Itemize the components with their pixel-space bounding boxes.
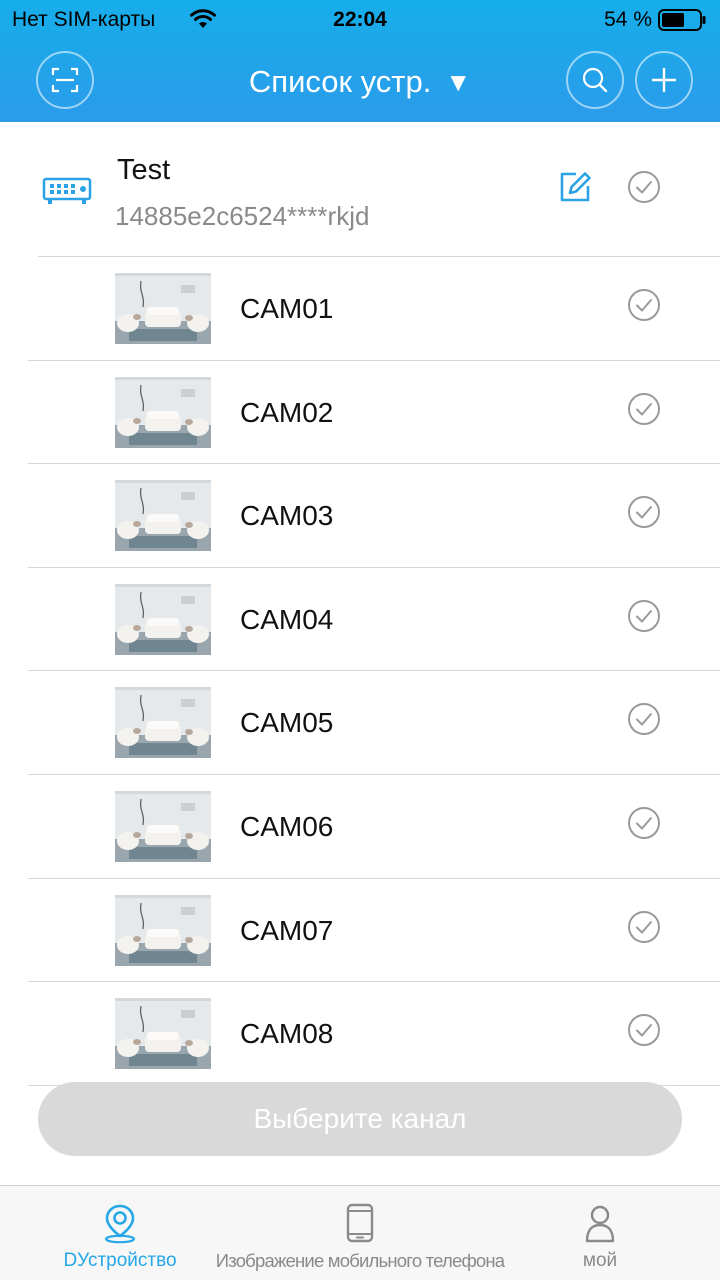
camera-name: CAM07 bbox=[240, 914, 334, 946]
header: Нет SIM-карты 22:04 54 % Список устр. ▼ bbox=[0, 0, 720, 122]
device-check-icon[interactable] bbox=[627, 170, 661, 204]
device-row[interactable]: Test 14885e2c6524****rkjd bbox=[0, 122, 720, 257]
scan-icon bbox=[51, 67, 79, 93]
plus-icon bbox=[651, 67, 677, 93]
camera-row-8[interactable]: CAM08 bbox=[0, 982, 720, 1086]
camera-thumbnail bbox=[115, 583, 211, 655]
nvr-device-icon bbox=[42, 177, 92, 204]
device-serial: 14885e2c6524****rkjd bbox=[115, 201, 370, 231]
camera-name: CAM04 bbox=[240, 603, 334, 635]
tab-mine[interactable]: мой bbox=[540, 1186, 660, 1280]
camera-check-icon[interactable] bbox=[627, 288, 661, 322]
camera-thumbnail bbox=[115, 273, 211, 344]
select-channel-label: Выберите канал bbox=[253, 1103, 467, 1134]
camera-row-4[interactable]: CAM04 bbox=[0, 568, 720, 672]
tab-devices[interactable]: DУстройство bbox=[40, 1186, 200, 1280]
device-name: Test bbox=[117, 154, 171, 186]
page-title: Список устр. bbox=[248, 64, 432, 99]
camera-thumbnail bbox=[115, 480, 211, 552]
camera-thumbnail bbox=[115, 791, 211, 862]
camera-check-icon[interactable] bbox=[627, 910, 661, 944]
camera-check-icon[interactable] bbox=[627, 392, 661, 426]
person-icon bbox=[585, 1205, 615, 1243]
camera-name: CAM02 bbox=[240, 396, 334, 428]
tab-phone-images[interactable]: Изображение мобильного телефона bbox=[210, 1186, 510, 1280]
camera-row-7[interactable]: CAM07 bbox=[0, 879, 720, 983]
edit-icon[interactable] bbox=[556, 168, 594, 206]
tab-label: мой bbox=[582, 1250, 618, 1271]
search-button[interactable] bbox=[566, 51, 624, 109]
phone-icon bbox=[346, 1203, 374, 1243]
camera-check-icon[interactable] bbox=[627, 806, 661, 840]
camera-list: CAM01 CAM02 CAM03 CAM04 CAM05 CAM06 CAM0… bbox=[0, 257, 720, 1087]
tab-bar: DУстройство Изображение мобильного телеф… bbox=[0, 1185, 720, 1280]
camera-thumbnail bbox=[115, 376, 211, 448]
camera-check-icon[interactable] bbox=[627, 599, 661, 633]
camera-row-6[interactable]: CAM06 bbox=[0, 775, 720, 879]
device-list-screen: Нет SIM-карты 22:04 54 % Список устр. ▼ bbox=[0, 0, 720, 1280]
search-icon bbox=[582, 67, 608, 93]
camera-name: CAM01 bbox=[240, 293, 334, 324]
battery-percent: 54 % bbox=[604, 8, 652, 31]
camera-row-5[interactable]: CAM05 bbox=[0, 671, 720, 775]
select-channel-button[interactable]: Выберите канал bbox=[38, 1082, 682, 1156]
tab-label: Изображение мобильного телефона bbox=[215, 1250, 505, 1271]
camera-name: CAM03 bbox=[240, 500, 334, 532]
camera-name: CAM08 bbox=[240, 1018, 334, 1050]
camera-name: CAM06 bbox=[240, 811, 334, 842]
scan-button[interactable] bbox=[36, 51, 94, 109]
camera-check-icon[interactable] bbox=[627, 702, 661, 736]
camera-check-icon[interactable] bbox=[627, 495, 661, 529]
status-bar: Нет SIM-карты 22:04 54 % bbox=[0, 0, 720, 40]
device-list-dropdown[interactable]: Список устр. ▼ bbox=[180, 60, 540, 104]
camera-thumbnail bbox=[115, 998, 211, 1070]
camera-thumbnail bbox=[115, 687, 211, 759]
camera-name: CAM05 bbox=[240, 707, 334, 739]
camera-check-icon[interactable] bbox=[627, 1013, 661, 1047]
camera-row-1[interactable]: CAM01 bbox=[0, 257, 720, 361]
camera-row-2[interactable]: CAM02 bbox=[0, 361, 720, 465]
dropdown-caret-icon: ▼ bbox=[445, 66, 472, 97]
battery-icon bbox=[658, 9, 706, 31]
camera-row-3[interactable]: CAM03 bbox=[0, 464, 720, 568]
tab-label: DУстройство bbox=[63, 1250, 177, 1271]
location-pin-icon bbox=[104, 1204, 136, 1244]
wifi-icon bbox=[190, 9, 216, 28]
carrier-label: Нет SIM-карты bbox=[12, 8, 156, 31]
add-device-button[interactable] bbox=[635, 51, 693, 109]
camera-thumbnail bbox=[115, 894, 211, 966]
